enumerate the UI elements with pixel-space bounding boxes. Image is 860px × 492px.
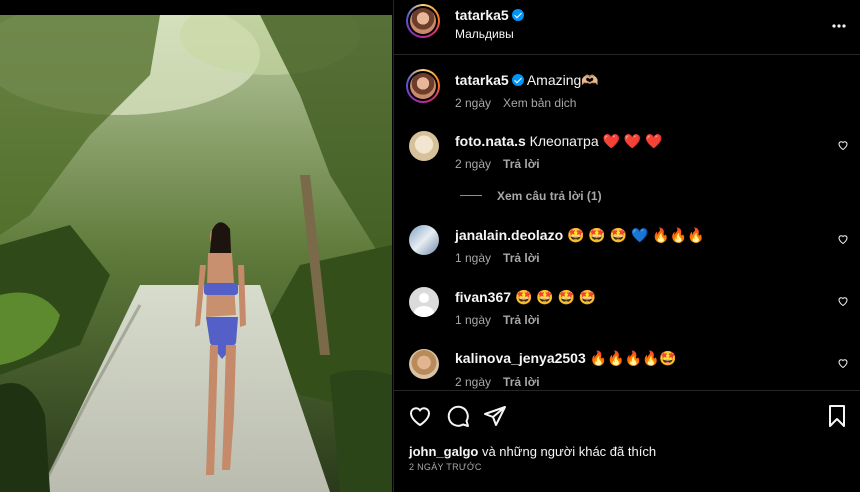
comment-3: fivan367 🤩 🤩 🤩 🤩 bbox=[455, 289, 596, 306]
commenter-avatar[interactable] bbox=[409, 349, 439, 379]
save-icon[interactable] bbox=[825, 404, 849, 428]
like-icon[interactable] bbox=[408, 404, 432, 428]
comment-meta: 2 ngày Trả lời bbox=[455, 157, 552, 171]
comment-text: 🤩 🤩 🤩 🤩 bbox=[514, 289, 597, 305]
likes-summary[interactable]: john_galgo và những người khác đã thích bbox=[409, 444, 656, 459]
comment-age: 1 ngày bbox=[455, 251, 492, 265]
comment-text: 🔥🔥🔥🔥🤩 bbox=[589, 350, 677, 366]
caption-age: 2 ngày bbox=[455, 96, 492, 110]
comment-username[interactable]: foto.nata.s bbox=[455, 133, 526, 149]
translate-link[interactable]: Xem bản dịch bbox=[503, 96, 576, 110]
view-replies-text[interactable]: Xem câu trả lời (1) bbox=[497, 189, 602, 203]
caption-meta: 2 ngày Xem bản dịch bbox=[455, 96, 588, 110]
likes-user[interactable]: john_galgo bbox=[409, 444, 478, 459]
comment-meta: 2 ngày Trả lời bbox=[455, 375, 552, 389]
caption-avatar[interactable] bbox=[406, 69, 440, 103]
caption-text: Amazing🫶🏼 bbox=[526, 72, 599, 88]
comment-meta: 1 ngày Trả lời bbox=[455, 313, 552, 327]
view-replies-link[interactable]: Xem câu trả lời (1) bbox=[497, 189, 614, 203]
comment-icon[interactable] bbox=[446, 404, 470, 428]
comment-username[interactable]: kalinova_jenya2503 bbox=[455, 350, 586, 366]
comment-like-icon[interactable] bbox=[837, 233, 849, 245]
reply-button[interactable]: Trả lời bbox=[503, 251, 540, 265]
default-avatar-body bbox=[414, 306, 434, 317]
comment-meta: 1 ngày Trả lời bbox=[455, 251, 552, 265]
reply-divider bbox=[460, 195, 482, 196]
comment-username[interactable]: fivan367 bbox=[455, 289, 511, 305]
comment-4: kalinova_jenya2503 🔥🔥🔥🔥🤩 bbox=[455, 350, 677, 367]
author-username[interactable]: tatarka5 bbox=[455, 7, 509, 23]
post-header: tatarka5 Мальдивы bbox=[394, 0, 860, 55]
comment-text: 🤩 🤩 🤩 💙 🔥🔥🔥 bbox=[567, 227, 705, 243]
commenter-avatar[interactable] bbox=[409, 131, 439, 161]
comment-age: 2 ngày bbox=[455, 375, 492, 389]
default-avatar-head bbox=[419, 293, 429, 303]
author-avatar[interactable] bbox=[406, 4, 440, 38]
caption: tatarka5 Amazing🫶🏼 bbox=[455, 72, 599, 89]
commenter-avatar[interactable] bbox=[409, 287, 439, 317]
actions-divider bbox=[394, 390, 860, 391]
caption-username[interactable]: tatarka5 bbox=[455, 72, 509, 88]
comment-username[interactable]: janalain.deolazo bbox=[455, 227, 563, 243]
share-icon[interactable] bbox=[483, 404, 507, 428]
verified-icon bbox=[511, 9, 524, 21]
comment-like-icon[interactable] bbox=[837, 357, 849, 369]
post-date: 2 NGÀY TRƯỚC bbox=[409, 462, 482, 472]
author-line: tatarka5 bbox=[455, 7, 524, 25]
reply-button[interactable]: Trả lời bbox=[503, 313, 540, 327]
comment-like-icon[interactable] bbox=[837, 295, 849, 307]
reply-button[interactable]: Trả lời bbox=[503, 157, 540, 171]
reply-button[interactable]: Trả lời bbox=[503, 375, 540, 389]
comment-like-icon[interactable] bbox=[837, 139, 849, 151]
post-location[interactable]: Мальдивы bbox=[455, 27, 514, 41]
comment-2: janalain.deolazo 🤩 🤩 🤩 💙 🔥🔥🔥 bbox=[455, 227, 705, 244]
comment-text: Клеопатра ❤️ ❤️ ❤️ bbox=[529, 133, 663, 149]
post-side-panel: tatarka5 Мальдивы tatarka5 Amazing🫶🏼 2 n… bbox=[393, 0, 860, 492]
post-photo-image bbox=[0, 15, 392, 492]
commenter-avatar[interactable] bbox=[409, 225, 439, 255]
comment-age: 2 ngày bbox=[455, 157, 492, 171]
likes-rest: và những người khác đã thích bbox=[478, 444, 657, 459]
verified-icon bbox=[511, 74, 524, 86]
comment-age: 1 ngày bbox=[455, 313, 492, 327]
post-photo[interactable] bbox=[0, 15, 392, 492]
more-options-icon[interactable] bbox=[831, 18, 847, 34]
comment-1: foto.nata.s Клеопатра ❤️ ❤️ ❤️ bbox=[455, 133, 663, 150]
